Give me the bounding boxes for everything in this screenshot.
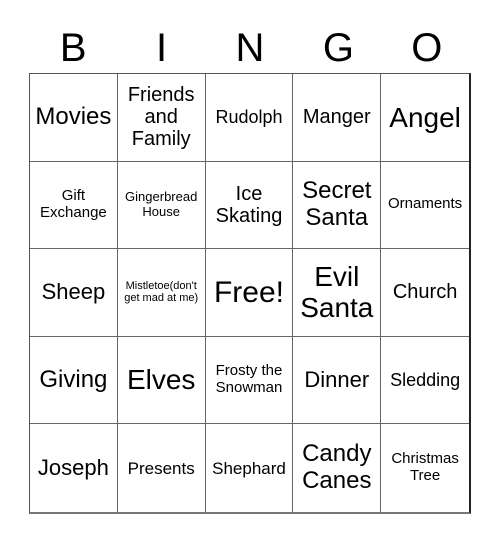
bingo-cell[interactable]: Joseph: [30, 424, 118, 512]
header-letter-o: O: [411, 26, 443, 70]
bingo-cell[interactable]: Church: [381, 249, 469, 337]
bingo-cell[interactable]: Manger: [293, 74, 382, 162]
free-space-cell[interactable]: Free!: [205, 249, 294, 337]
bingo-cell[interactable]: Evil Santa: [293, 249, 382, 337]
bingo-cell[interactable]: Elves: [117, 336, 206, 425]
bingo-cell[interactable]: Mistletoe(don't get mad at me): [117, 249, 206, 337]
header-letter-g: G: [322, 26, 354, 70]
bingo-cell[interactable]: Giving: [30, 336, 118, 425]
bingo-header: B I N G O: [29, 24, 471, 72]
bingo-cell[interactable]: Movies: [30, 74, 118, 162]
bingo-cell[interactable]: Friends and Family: [117, 74, 206, 162]
bingo-grid: Movies Friends and Family Rudolph Manger…: [29, 73, 471, 514]
header-letter-n: N: [235, 26, 265, 70]
bingo-cell[interactable]: Rudolph: [205, 74, 294, 162]
bingo-cell[interactable]: Presents: [118, 424, 206, 512]
bingo-cell[interactable]: Ice Skating: [205, 161, 294, 250]
bingo-cell[interactable]: Gingerbread House: [117, 161, 206, 250]
bingo-cell[interactable]: Ornaments: [381, 162, 469, 250]
header-letter-i: I: [156, 26, 168, 70]
bingo-cell[interactable]: Sheep: [30, 249, 118, 337]
bingo-cell[interactable]: Sledding: [381, 337, 469, 425]
bingo-cell[interactable]: Gift Exchange: [30, 161, 118, 250]
header-letter-b: B: [59, 26, 87, 70]
bingo-cell[interactable]: Dinner: [293, 336, 382, 425]
bingo-cell[interactable]: Shephard: [206, 424, 294, 512]
bingo-cell[interactable]: Frosty the Snowman: [205, 336, 294, 425]
bingo-cell[interactable]: Secret Santa: [293, 161, 382, 250]
bingo-cell[interactable]: Candy Canes: [293, 424, 382, 512]
bingo-cell[interactable]: Christmas Tree: [381, 424, 469, 512]
bingo-cell[interactable]: Angel: [381, 74, 469, 162]
